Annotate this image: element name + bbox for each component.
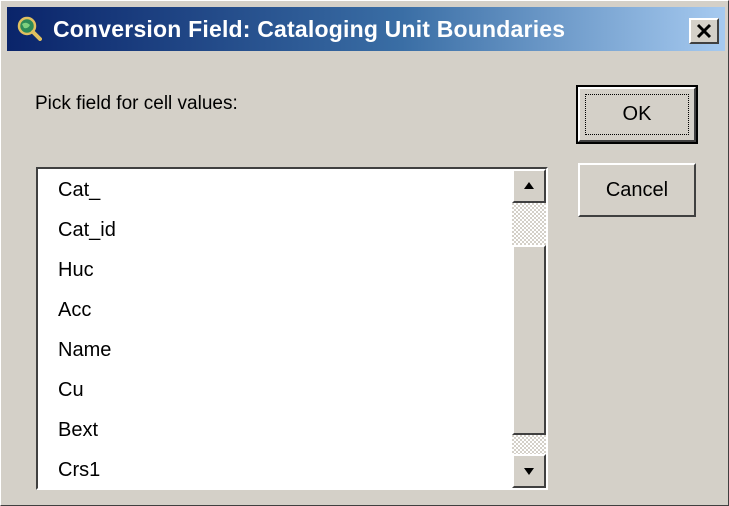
- ok-button-label: OK: [585, 94, 689, 135]
- list-item[interactable]: Cat_id: [38, 210, 503, 250]
- globe-magnifier-icon: [16, 15, 42, 41]
- list-item[interactable]: Acc: [38, 290, 503, 330]
- dialog-window: Conversion Field: Cataloging Unit Bounda…: [0, 0, 729, 506]
- list-item[interactable]: Huc: [38, 250, 503, 290]
- title-bar[interactable]: Conversion Field: Cataloging Unit Bounda…: [7, 7, 725, 51]
- vertical-scrollbar[interactable]: [512, 169, 546, 488]
- triangle-up-icon: [524, 182, 534, 189]
- scroll-up-button[interactable]: [512, 169, 546, 203]
- field-listbox[interactable]: Cat_ Cat_id Huc Acc Name Cu Bext Crs1: [36, 167, 548, 490]
- close-icon: [696, 23, 712, 39]
- field-list-items: Cat_ Cat_id Huc Acc Name Cu Bext Crs1: [38, 169, 503, 488]
- prompt-label: Pick field for cell values:: [35, 93, 238, 114]
- scroll-thumb[interactable]: [512, 245, 546, 435]
- list-item[interactable]: Cat_: [38, 170, 503, 210]
- cancel-button[interactable]: Cancel: [578, 163, 696, 217]
- list-item[interactable]: Crs1: [38, 450, 503, 488]
- window-title: Conversion Field: Cataloging Unit Bounda…: [53, 16, 566, 42]
- triangle-down-icon: [524, 468, 534, 475]
- list-item[interactable]: Bext: [38, 410, 503, 450]
- close-button[interactable]: [689, 18, 719, 44]
- list-item[interactable]: Cu: [38, 370, 503, 410]
- ok-button[interactable]: OK: [576, 85, 698, 144]
- scroll-down-button[interactable]: [512, 454, 546, 488]
- list-item[interactable]: Name: [38, 330, 503, 370]
